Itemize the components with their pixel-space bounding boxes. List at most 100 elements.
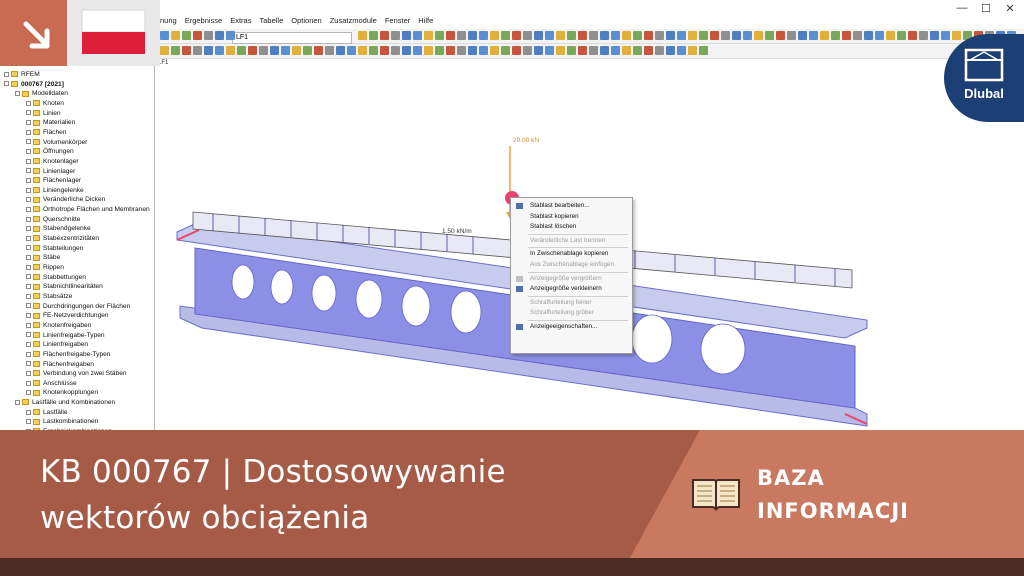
expand-icon[interactable] [26,168,31,174]
navigator-item[interactable]: 000767 [2021] [4,80,64,89]
toolbar-button-icon[interactable] [721,31,730,40]
toolbar-button-icon[interactable] [358,31,367,40]
expand-icon[interactable] [26,158,31,164]
navigator-item[interactable]: Linienfreigaben [26,340,88,349]
expand-icon[interactable] [26,216,31,222]
toolbar-button-icon[interactable] [611,31,620,40]
expand-icon[interactable] [26,361,31,367]
toolbar-button-icon[interactable] [457,31,466,40]
expand-icon[interactable] [26,293,31,299]
toolbar-button-icon[interactable] [611,46,620,55]
toolbar-button-icon[interactable] [787,31,796,40]
navigator-item[interactable]: Knotenfreigaben [26,321,91,330]
toolbar-button-icon[interactable] [633,31,642,40]
toolbar-button-icon[interactable] [875,31,884,40]
toolbar-button-icon[interactable] [897,31,906,40]
toolbar-button-icon[interactable] [864,31,873,40]
toolbar-button-icon[interactable] [347,46,356,55]
menu-item[interactable]: Tabelle [259,16,283,25]
navigator-item[interactable]: Linien [26,109,61,118]
toolbar-button-icon[interactable] [666,31,675,40]
toolbar-button-icon[interactable] [413,46,422,55]
expand-icon[interactable] [26,351,31,357]
navigator-item[interactable]: Querschnitte [26,215,80,224]
toolbar-button-icon[interactable] [435,31,444,40]
toolbar-button-icon[interactable] [677,31,686,40]
toolbar-button-icon[interactable] [325,46,334,55]
toolbar-button-icon[interactable] [402,31,411,40]
menu-item[interactable]: Hilfe [418,16,433,25]
context-menu-item[interactable]: Stablast kopieren [511,212,632,222]
toolbar-button-icon[interactable] [930,31,939,40]
navigator-item[interactable]: Lastfälle [26,408,68,417]
toolbar-button-icon[interactable] [831,31,840,40]
toolbar-button-icon[interactable] [853,31,862,40]
navigator-item[interactable]: Stabnichtlinearitäten [26,282,103,291]
navigator-item[interactable]: Lastfälle und Kombinationen [15,398,115,407]
expand-icon[interactable] [26,274,31,280]
expand-icon[interactable] [26,332,31,338]
expand-icon[interactable] [15,399,20,405]
toolbar-button-icon[interactable] [369,31,378,40]
toolbar-button-icon[interactable] [413,31,422,40]
toolbar-button-icon[interactable] [259,46,268,55]
toolbar-button-icon[interactable] [666,46,675,55]
toolbar-button-icon[interactable] [512,46,521,55]
toolbar-button-icon[interactable] [457,46,466,55]
navigator-item[interactable]: Durchdringungen der Flächen [26,302,130,311]
toolbar-button-icon[interactable] [402,46,411,55]
context-menu-item[interactable]: Anzeigeeigenschaften... [511,322,632,332]
navigator-item[interactable]: Stabteilungen [26,244,83,253]
toolbar-button-icon[interactable] [655,46,664,55]
toolbar-button-icon[interactable] [226,46,235,55]
toolbar-button-icon[interactable] [600,31,609,40]
expand-icon[interactable] [26,313,31,318]
navigator-item[interactable]: Linienlager [26,167,75,176]
toolbar-button-icon[interactable] [468,31,477,40]
expand-icon[interactable] [26,341,31,347]
toolbar-button-icon[interactable] [589,31,598,40]
navigator-item[interactable]: Orthotrope Flächen und Membranen [26,205,150,214]
context-menu-item[interactable]: Stablast bearbeiten... [511,201,632,211]
toolbar-button-icon[interactable] [380,31,389,40]
toolbar-button-icon[interactable] [622,46,631,55]
toolbar-button-icon[interactable] [380,46,389,55]
navigator-item[interactable]: FE-Netzverdichtungen [26,311,109,320]
toolbar-button-icon[interactable] [567,31,576,40]
navigator-item[interactable]: Materialien [26,118,75,127]
toolbar-button-icon[interactable] [160,31,169,40]
toolbar-button-icon[interactable] [336,46,345,55]
toolbar-button-icon[interactable] [160,46,169,55]
toolbar-button-icon[interactable] [677,46,686,55]
toolbar-button-icon[interactable] [270,46,279,55]
expand-icon[interactable] [26,139,31,145]
expand-icon[interactable] [26,177,31,183]
toolbar-button-icon[interactable] [292,46,301,55]
navigator-item[interactable]: Modelldaten [15,89,68,98]
toolbar-button-icon[interactable] [600,46,609,55]
navigator-item[interactable]: Verbindung von zwei Stäben [26,369,127,378]
navigator-item[interactable]: Stabendgelenke [26,224,91,233]
toolbar-button-icon[interactable] [765,31,774,40]
navigator-item[interactable]: Flächen [26,128,66,137]
toolbar-button-icon[interactable] [237,46,246,55]
expand-icon[interactable] [26,129,31,135]
toolbar-button-icon[interactable] [501,46,510,55]
toolbar-button-icon[interactable] [204,31,213,40]
expand-icon[interactable] [15,91,20,97]
toolbar-button-icon[interactable] [281,46,290,55]
context-menu-item[interactable]: Stablast löschen [511,222,632,232]
toolbar-button-icon[interactable] [688,46,697,55]
expand-icon[interactable] [26,409,31,415]
toolbar-button-icon[interactable] [446,46,455,55]
navigator-item[interactable]: Veränderliche Dicken [26,195,105,204]
expand-icon[interactable] [26,370,31,376]
toolbar-button-icon[interactable] [710,31,719,40]
minimize-button[interactable]: — [952,2,972,14]
expand-icon[interactable] [26,197,31,203]
menu-item[interactable]: Fenster [385,16,410,25]
toolbar-button-icon[interactable] [424,31,433,40]
expand-icon[interactable] [26,187,31,193]
toolbar-button-icon[interactable] [732,31,741,40]
navigator-item[interactable]: Flächenfreigaben [26,360,94,369]
